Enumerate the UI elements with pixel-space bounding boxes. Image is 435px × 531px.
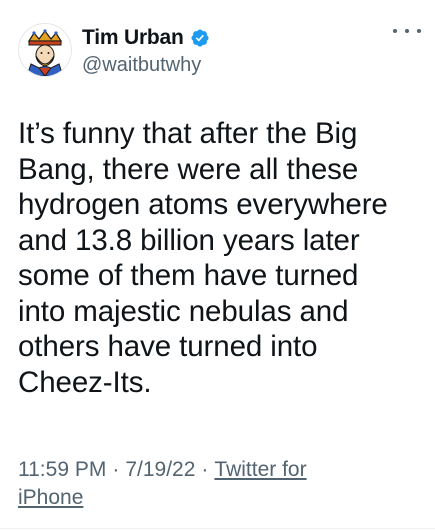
king-card-avatar-icon <box>19 24 71 76</box>
more-options-icon[interactable] <box>393 24 421 38</box>
tweet-card: Tim Urban @waitbutwhy It’s funny that af… <box>0 0 435 531</box>
tweet-date[interactable]: 7/19/22 <box>125 458 195 481</box>
more-dot <box>405 29 409 33</box>
separator: · <box>201 458 209 481</box>
more-dot <box>417 29 421 33</box>
bottom-divider <box>0 528 435 529</box>
display-name[interactable]: Tim Urban <box>82 26 184 50</box>
separator: · <box>112 458 120 481</box>
tweet-text: It’s funny that after the Big Bang, ther… <box>18 117 388 399</box>
verified-badge-icon <box>191 29 209 47</box>
tweet-time[interactable]: 11:59 PM <box>18 458 106 481</box>
tweet-metadata: 11:59 PM · 7/19/22 · Twitter for iPhone <box>18 456 398 512</box>
avatar[interactable] <box>18 23 72 77</box>
more-dot <box>393 29 397 33</box>
author-name-row: Tim Urban <box>82 25 210 51</box>
author-handle[interactable]: @waitbutwhy <box>82 54 201 77</box>
source-line-2: iPhone <box>18 486 84 509</box>
source-line-1: Twitter for <box>214 458 307 481</box>
